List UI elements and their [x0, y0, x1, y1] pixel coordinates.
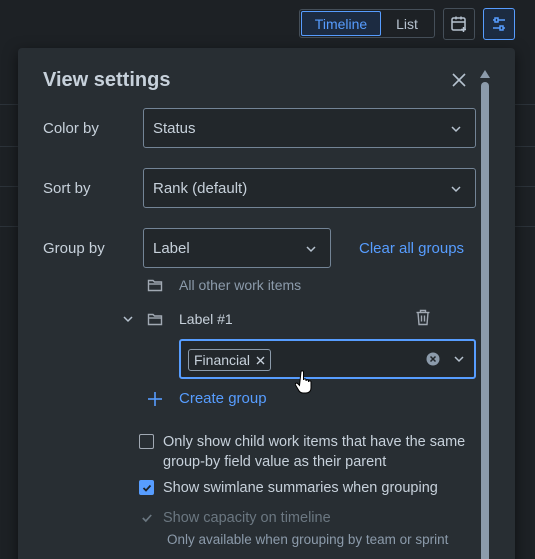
sliders-icon [493, 17, 505, 31]
group-by-select[interactable]: Label [143, 228, 331, 268]
tag-label: Financial [194, 352, 251, 368]
option-swimlane-summaries-label: Show swimlane summaries when grouping [163, 480, 438, 496]
chevron-down-icon [451, 126, 461, 133]
checkbox-checked[interactable] [139, 480, 154, 495]
hand-cursor-icon [295, 370, 312, 394]
trash-icon [416, 309, 430, 326]
checkbox-disabled [139, 510, 154, 525]
plus-icon [148, 391, 162, 406]
chevron-down-icon[interactable] [122, 313, 134, 325]
group-row-other: All other work items [147, 277, 301, 293]
remove-tag-button[interactable] [256, 356, 265, 365]
top-bar: Timeline List [0, 0, 535, 48]
chevron-down-icon [451, 186, 461, 193]
view-settings-panel: View settings Color by Status Sort by Ra… [18, 48, 515, 559]
tab-timeline[interactable]: Timeline [301, 11, 381, 36]
calendar-add-icon [451, 16, 466, 32]
color-by-select[interactable]: Status [143, 108, 476, 148]
close-icon [452, 73, 466, 87]
delete-group-button[interactable] [415, 309, 431, 331]
label-values-select[interactable]: Financial [179, 339, 476, 379]
sort-by-label: Sort by [43, 180, 91, 197]
group-row-label-1[interactable]: Label #1 [122, 311, 233, 327]
scroll-up-arrow-icon[interactable] [480, 70, 490, 78]
create-group-label: Create group [179, 390, 267, 407]
tab-list[interactable]: List [381, 11, 433, 36]
capacity-helper-text: Only available when grouping by team or … [167, 532, 449, 547]
option-swimlane-summaries[interactable]: Show swimlane summaries when grouping [139, 478, 479, 498]
close-button[interactable] [449, 70, 469, 90]
option-same-groupby[interactable]: Only show child work items that have the… [139, 432, 479, 472]
group-by-label: Group by [43, 240, 105, 257]
group-other-label: All other work items [179, 277, 302, 293]
group-label-1: Label #1 [179, 311, 233, 327]
checkmark-icon [141, 513, 152, 522]
folder-icon [147, 313, 163, 326]
create-group-button[interactable]: Create group [147, 390, 267, 407]
chevron-down-icon [306, 246, 316, 253]
scrollbar[interactable] [480, 70, 490, 559]
folder-icon [147, 279, 163, 292]
panel-title: View settings [43, 69, 171, 91]
color-by-label: Color by [43, 120, 99, 137]
option-show-capacity: Show capacity on timeline [139, 508, 479, 528]
checkbox[interactable] [139, 434, 154, 449]
clear-circle-icon[interactable] [426, 352, 440, 366]
color-by-value: Status [153, 119, 196, 137]
group-by-value: Label [153, 239, 190, 257]
sort-by-select[interactable]: Rank (default) [143, 168, 476, 208]
clear-all-groups-link[interactable]: Clear all groups [359, 240, 464, 257]
scrollbar-thumb[interactable] [481, 82, 489, 559]
calendar-add-button[interactable] [443, 8, 475, 40]
tag-financial: Financial [188, 349, 272, 371]
view-settings-button[interactable] [483, 8, 515, 40]
option-show-capacity-label: Show capacity on timeline [163, 510, 331, 526]
checkmark-icon [142, 484, 151, 492]
option-same-groupby-label: Only show child work items that have the… [163, 434, 466, 470]
close-icon [256, 356, 265, 364]
view-switcher: Timeline List [299, 9, 435, 38]
chevron-down-icon [454, 356, 464, 363]
sort-by-value: Rank (default) [153, 179, 248, 197]
